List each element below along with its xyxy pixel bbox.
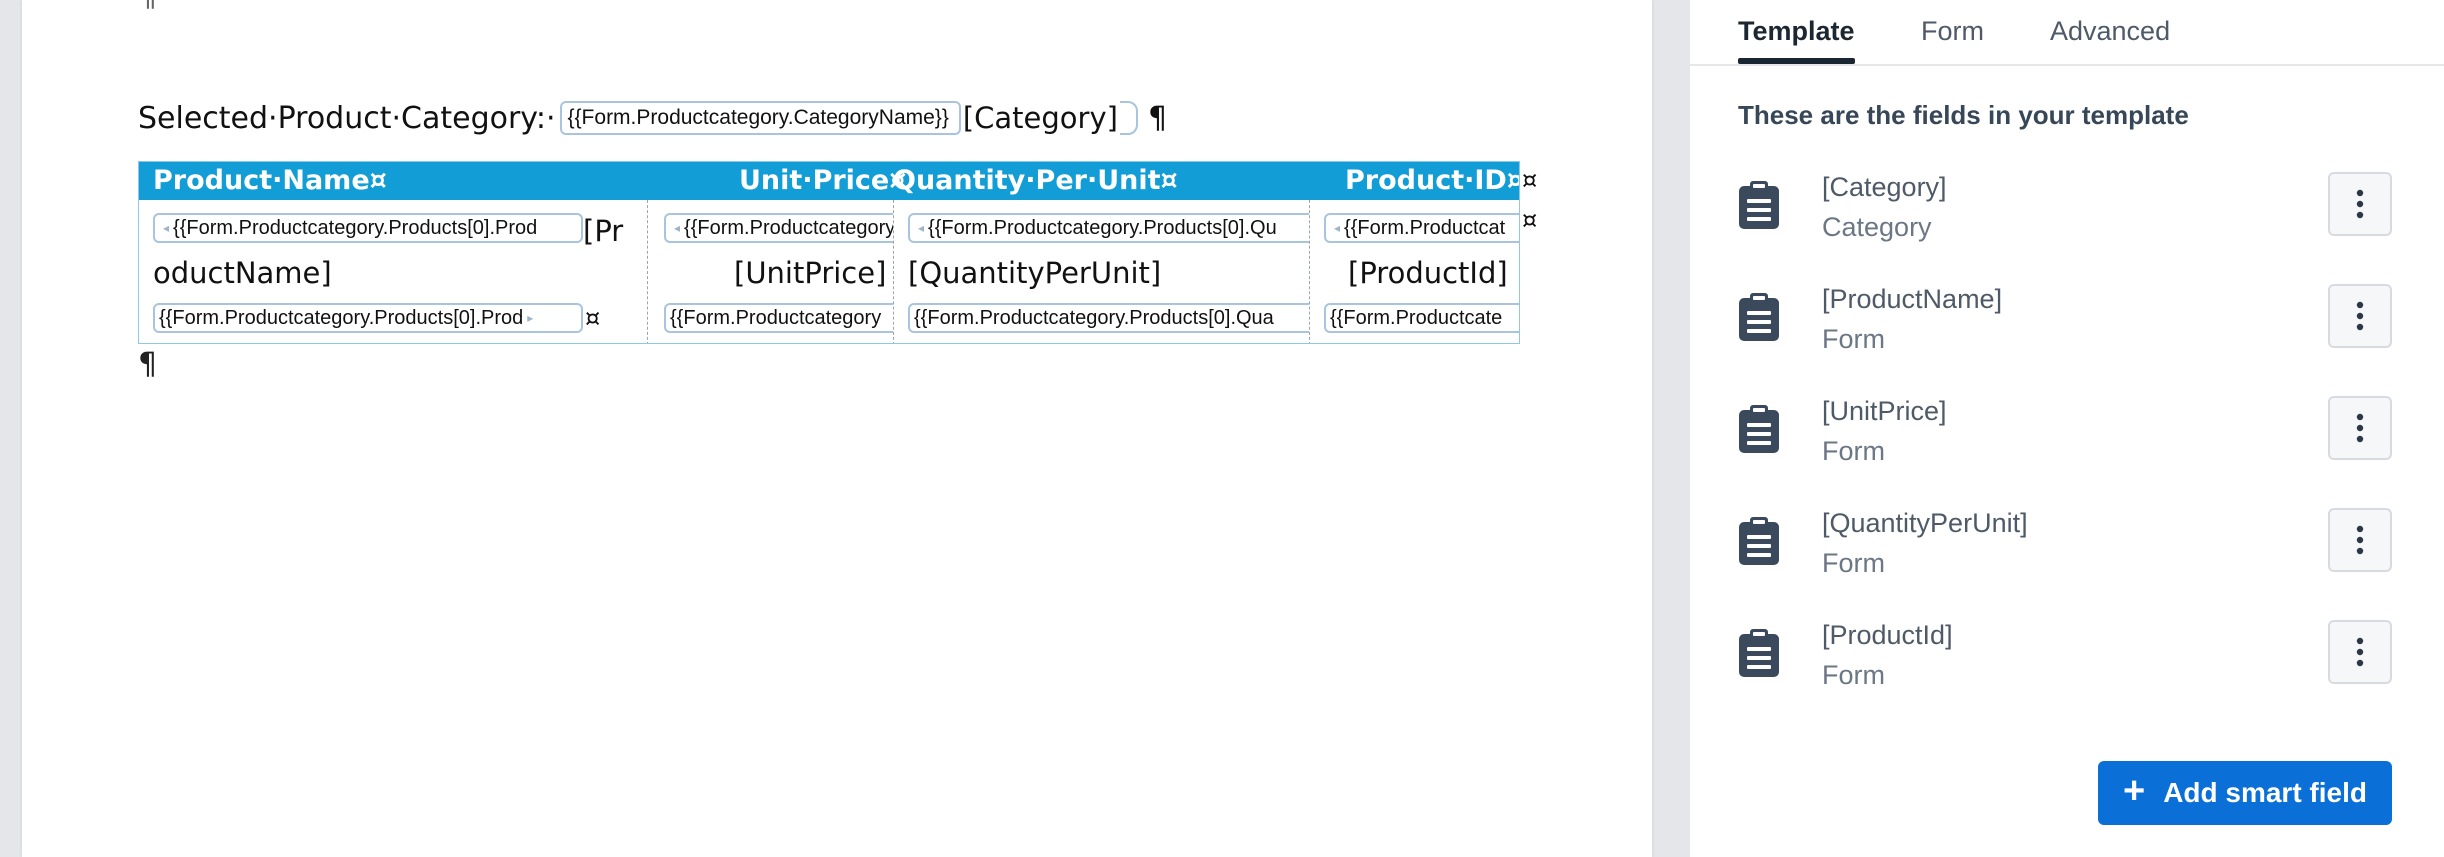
field-name: [QuantityPerUnit] [1822,508,2028,538]
clipboard-icon [1739,181,1779,229]
field-more-button[interactable] [2328,172,2392,236]
tab-form[interactable]: Form [1921,16,1984,62]
field-more-button[interactable] [2328,508,2392,572]
tag-arrow-icon: ◂ [918,221,925,235]
cell-tag-bottom[interactable]: {{Form.Productcategory.Products[0].Prod … [153,303,583,333]
cell-field[interactable]: [ProductId] [1348,256,1508,290]
tag-arrow-icon: ◂ [674,221,681,235]
kebab-menu-icon [2356,637,2364,667]
cell-tag-top[interactable]: ◂ {{Form.Productcat [1324,213,1519,243]
tag-arrow-icon: ▸ [527,311,534,325]
field-type: Form [1822,660,1885,690]
smart-fields-panel: Template Form Advanced These are the fie… [1690,0,2444,857]
tag-arrow-icon: ◂ [163,221,170,235]
field-row[interactable]: [UnitPrice] Form [1690,396,2444,500]
field-type: Form [1822,548,1885,578]
field-name: [ProductName] [1822,284,2003,314]
field-type: Form [1822,436,1885,466]
cell-quantity-per-unit[interactable]: ◂ {{Form.Productcategory.Products[0].Qu … [894,200,1310,343]
cell-field[interactable]: [UnitPrice] [734,256,886,290]
tab-template[interactable]: Template [1738,16,1855,64]
plus-icon: + [2122,770,2146,812]
field-row[interactable]: [QuantityPerUnit] Form [1690,508,2444,612]
field-name: [ProductId] [1822,620,1953,650]
category-line[interactable]: Selected·Product·Category:· {{Form.Produ… [138,96,1167,140]
tag-text: {{Form.Productcate [1330,306,1503,329]
cell-product-name[interactable]: ◂ {{Form.Productcategory.Products[0].Pro… [139,200,648,343]
clipboard-icon [1739,293,1779,341]
cell-tag-top[interactable]: ◂ {{Form.Productcategory [664,213,894,243]
tag-text: {{Form.Productcategory.Products[0].Qua [914,306,1274,329]
cell-product-id[interactable]: ◂ {{Form.Productcat [ProductId] {{Form.P… [1310,200,1519,343]
tag-text: {{Form.Productcategory [670,306,882,329]
fields-heading: These are the fields in your template [1738,100,2189,130]
table-header-row: Product·Name¤ Unit·Price¤ Quantity·Per·U… [139,162,1519,200]
field-row[interactable]: [ProductId] Form [1690,620,2444,724]
field-more-button[interactable] [2328,284,2392,348]
cell-field[interactable]: [QuantityPerUnit] [908,256,1161,290]
tag-end-bracket [1119,101,1138,135]
header-product-id: Product·ID¤ [1345,165,1520,196]
add-smart-field-button[interactable]: + Add smart field [2098,761,2392,825]
kebab-menu-icon [2356,189,2364,219]
tag-arrow-icon: ◂ [1334,221,1341,235]
tag-text: {{Form.Productcategory.Products[0].Qu [928,216,1277,239]
field-more-button[interactable] [2328,396,2392,460]
cell-tag-bottom[interactable]: {{Form.Productcategory.Products[0].Qua [908,303,1309,333]
tag-text: {{Form.Productcategory [684,216,894,239]
kebab-menu-icon [2356,525,2364,555]
category-field[interactable]: [Category] [963,101,1118,135]
clipboard-icon [1739,517,1779,565]
cell-tag-bottom[interactable]: {{Form.Productcate [1324,303,1519,333]
paragraph-mark: ¶ [138,0,157,12]
header-product-name: Product·Name¤ [153,165,387,196]
products-table[interactable]: Product·Name¤ Unit·Price¤ Quantity·Per·U… [138,161,1520,344]
cell-tag-bottom[interactable]: {{Form.Productcategory [664,303,893,333]
cell-end-mark: ¤ [585,304,601,332]
tag-text: {{Form.Productcat [1344,216,1506,239]
tab-advanced[interactable]: Advanced [2050,16,2170,62]
add-smart-field-label: Add smart field [2163,777,2367,808]
paragraph-mark: ¶ [1147,100,1168,136]
cell-unit-price[interactable]: ◂ {{Form.Productcategory [UnitPrice] {{F… [648,200,894,343]
clipboard-icon [1739,629,1779,677]
document-page[interactable]: ¶ Selected·Product·Category:· {{Form.Pro… [22,0,1652,857]
field-name: [UnitPrice] [1822,396,1947,426]
tag-text: {{Form.Productcategory.CategoryName}} [567,106,949,129]
field-type: Category [1822,212,1932,242]
row-end-mark: ¤ [1522,166,1538,194]
header-quantity-per-unit: Quantity·Per·Unit¤ [893,165,1178,196]
kebab-menu-icon [2356,301,2364,331]
kebab-menu-icon [2356,413,2364,443]
field-row[interactable]: [ProductName] Form [1690,284,2444,388]
field-row[interactable]: [Category] Category [1690,172,2444,276]
field-more-button[interactable] [2328,620,2392,684]
cell-tag-top[interactable]: ◂ {{Form.Productcategory.Products[0].Qu [908,213,1309,243]
category-label: Selected·Product·Category:· [138,100,556,136]
clipboard-icon [1739,405,1779,453]
panel-tabs: Template Form Advanced [1690,0,2444,66]
cell-field[interactable]: [Pr [583,214,623,248]
paragraph-mark: ¶ [138,347,158,382]
field-name: [Category] [1822,172,1947,202]
row-end-mark: ¤ [1522,206,1538,234]
category-tag[interactable]: {{Form.Productcategory.CategoryName}} [559,101,961,135]
cell-field-wrap[interactable]: oductName] [153,256,332,290]
cell-tag-top[interactable]: ◂ {{Form.Productcategory.Products[0].Pro… [153,213,583,243]
tag-text: {{Form.Productcategory.Products[0].Prod [159,306,524,329]
tag-text: {{Form.Productcategory.Products[0].Prod [173,216,538,239]
field-type: Form [1822,324,1885,354]
